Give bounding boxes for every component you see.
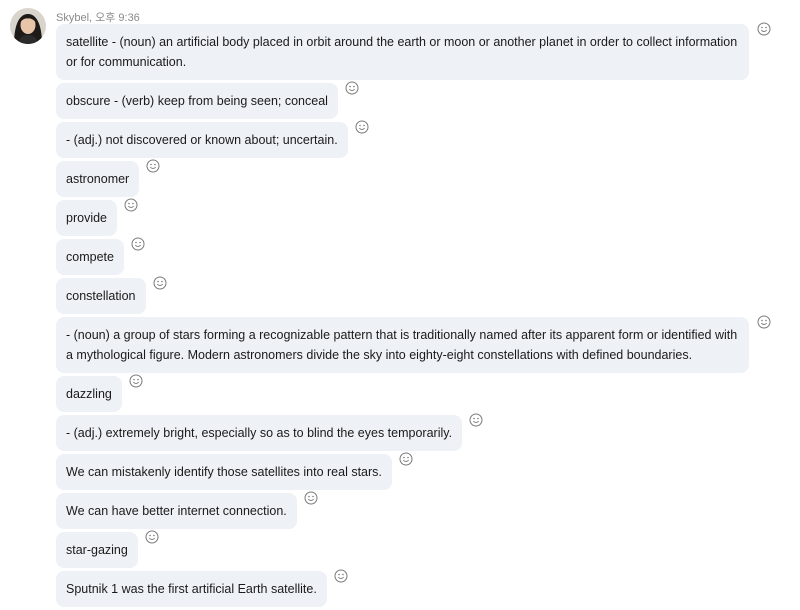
smiley-icon[interactable] bbox=[153, 276, 167, 290]
message[interactable]: - (noun) a group of stars forming a reco… bbox=[56, 315, 796, 373]
message-bubble: We can mistakenly identify those satelli… bbox=[56, 454, 392, 490]
message-bubble: constellation bbox=[56, 278, 146, 314]
smiley-icon[interactable] bbox=[131, 237, 145, 251]
message-bubble: provide bbox=[56, 200, 117, 236]
message-bubble: astronomer bbox=[56, 161, 140, 197]
message-bubble: compete bbox=[56, 239, 124, 275]
smiley-icon[interactable] bbox=[145, 530, 159, 544]
message[interactable]: astronomer bbox=[56, 159, 796, 197]
message[interactable]: obscure - (verb) keep from being seen; c… bbox=[56, 81, 796, 119]
message-bubble: dazzling bbox=[56, 376, 122, 412]
message-bubble: star-gazing bbox=[56, 532, 138, 568]
smiley-icon[interactable] bbox=[345, 81, 359, 95]
smiley-icon[interactable] bbox=[129, 374, 143, 388]
smiley-icon[interactable] bbox=[757, 22, 771, 36]
message-bubble: satellite - (noun) an artificial body pl… bbox=[56, 24, 749, 80]
message[interactable]: We can mistakenly identify those satelli… bbox=[56, 452, 796, 490]
smiley-icon[interactable] bbox=[334, 569, 348, 583]
message-time: 오후 9:36 bbox=[95, 12, 140, 24]
message-bubble: Sputnik 1 was the first artificial Earth… bbox=[56, 571, 327, 607]
message[interactable]: compete bbox=[56, 237, 796, 275]
smiley-icon[interactable] bbox=[124, 198, 138, 212]
message-bubble: obscure - (verb) keep from being seen; c… bbox=[56, 83, 338, 119]
message-bubble: - (noun) a group of stars forming a reco… bbox=[56, 317, 749, 373]
smiley-icon[interactable] bbox=[757, 315, 771, 329]
sender-name: Skybel bbox=[56, 12, 90, 24]
message[interactable]: star-gazing bbox=[56, 530, 796, 568]
message-bubble: - (adj.) extremely bright, especially so… bbox=[56, 415, 463, 451]
smiley-icon[interactable] bbox=[355, 120, 369, 134]
smiley-icon[interactable] bbox=[399, 452, 413, 466]
message[interactable]: provide bbox=[56, 198, 796, 236]
message-thread: satellite - (noun) an artificial body pl… bbox=[56, 22, 796, 610]
message[interactable]: - (adj.) extremely bright, especially so… bbox=[56, 413, 796, 451]
message-bubble: - (adj.) not discovered or known about; … bbox=[56, 122, 348, 158]
avatar[interactable] bbox=[10, 8, 46, 44]
message[interactable]: dazzling bbox=[56, 374, 796, 412]
smiley-icon[interactable] bbox=[469, 413, 483, 427]
smiley-icon[interactable] bbox=[146, 159, 160, 173]
message[interactable]: constellation bbox=[56, 276, 796, 314]
smiley-icon[interactable] bbox=[304, 491, 318, 505]
message[interactable]: - (adj.) not discovered or known about; … bbox=[56, 120, 796, 158]
message-header: Skybel, 오후 9:36 bbox=[56, 9, 140, 25]
message-bubble: We can have better internet connection. bbox=[56, 493, 297, 529]
message[interactable]: satellite - (noun) an artificial body pl… bbox=[56, 22, 796, 80]
message[interactable]: We can have better internet connection. bbox=[56, 491, 796, 529]
message[interactable]: Sputnik 1 was the first artificial Earth… bbox=[56, 569, 796, 607]
header-separator: , bbox=[89, 12, 93, 24]
